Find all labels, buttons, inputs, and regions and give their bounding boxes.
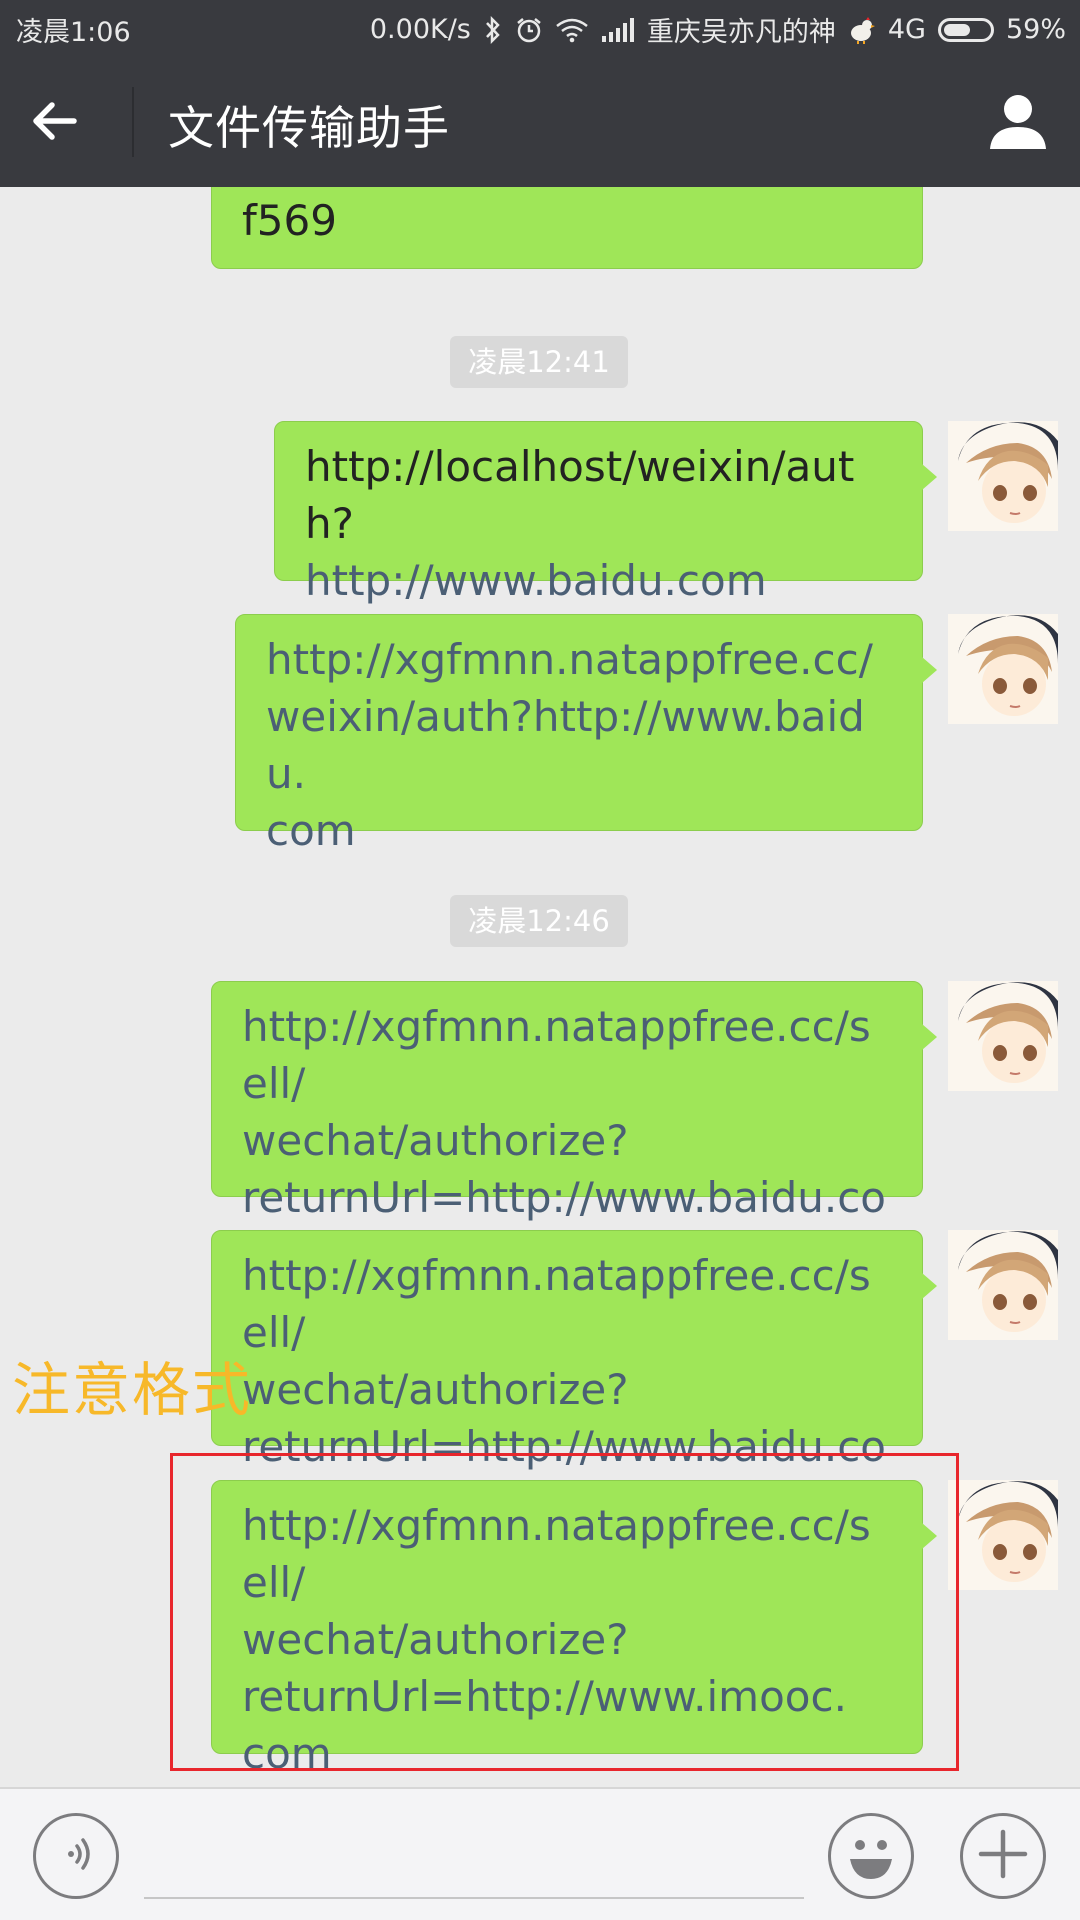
carrier-name: 重庆吴亦凡的神 [646,17,836,48]
message-link[interactable]: http://xgfmnn.natappfree.cc/sell/ [242,998,892,1112]
message-link[interactable]: http://xgfmnn.natappfree.cc/ [266,631,892,688]
bluetooth-icon [483,15,503,44]
more-button[interactable] [960,1813,1046,1899]
timestamp: 凌晨12:46 [450,895,628,947]
message-bubble[interactable]: http://xgfmnn.natappfree.cc/sell/ wechat… [211,1230,937,1528]
message-link[interactable]: http://www.baidu.com [305,552,892,609]
title-divider [132,87,134,157]
message-line: f569 [242,196,337,245]
avatar[interactable] [948,421,1058,531]
avatar-girl-icon [948,1480,1058,1590]
message-bubble[interactable]: f569 [211,187,923,269]
chat-title: 文件传输助手 [168,101,450,155]
message-link[interactable]: http://xgfmnn.natappfree.cc/sell/ [242,1247,892,1361]
message-link[interactable]: wechat/authorize? [242,1112,892,1169]
arrow-left-icon [28,102,88,155]
voice-icon [51,1829,101,1883]
back-button[interactable] [28,85,108,157]
plus-icon [973,1824,1033,1888]
battery-percent: 59% [1005,14,1066,45]
battery-icon [937,17,994,42]
avatar[interactable] [948,981,1058,1091]
person-icon [976,95,1050,157]
avatar[interactable] [948,1230,1058,1340]
chicken-emoji-icon [848,16,876,44]
message-bubble[interactable]: http://localhost/weixin/auth? http://www… [274,421,937,605]
avatar-girl-icon [948,981,1058,1091]
message-link[interactable]: weixin/auth?http://www.baidu. [266,688,892,802]
avatar[interactable] [948,614,1058,724]
status-right-group: 0.00K/s 重庆吴亦凡的神 4G 59% [370,10,1066,49]
wifi-icon [555,17,589,43]
input-bar [0,1787,1080,1920]
message-line: http://localhost/weixin/auth? [305,442,855,548]
alarm-icon [515,16,543,44]
message-bubble[interactable]: http://xgfmnn.natappfree.cc/sell/ wechat… [211,981,937,1279]
avatar-girl-icon [948,421,1058,531]
message-bubble[interactable]: http://xgfmnn.natappfree.cc/ weixin/auth… [235,614,937,855]
avatar-girl-icon [948,1230,1058,1340]
smiley-icon [836,1819,906,1893]
status-time: 凌晨1:06 [16,17,131,48]
avatar-girl-icon [948,614,1058,724]
message-link[interactable]: wechat/authorize? [242,1361,892,1418]
network-type: 4G [887,14,926,45]
voice-button[interactable] [33,1813,119,1899]
message-input[interactable] [144,1829,808,1897]
status-bar: 凌晨1:06 0.00K/s 重庆吴亦凡的神 4G 59% [0,0,1080,55]
message-link[interactable]: com [266,802,892,859]
emoji-button[interactable] [828,1813,914,1899]
annotation-highlight-box [170,1453,959,1771]
avatar[interactable] [948,1480,1058,1590]
annotation-note: 注意格式 [12,1356,253,1424]
input-underline [144,1897,804,1899]
signal-icon [601,17,635,42]
chat-info-button[interactable] [976,85,1056,157]
title-bar: 文件传输助手 [0,55,1080,187]
net-speed: 0.00K/s [369,14,471,45]
timestamp: 凌晨12:41 [450,336,628,388]
